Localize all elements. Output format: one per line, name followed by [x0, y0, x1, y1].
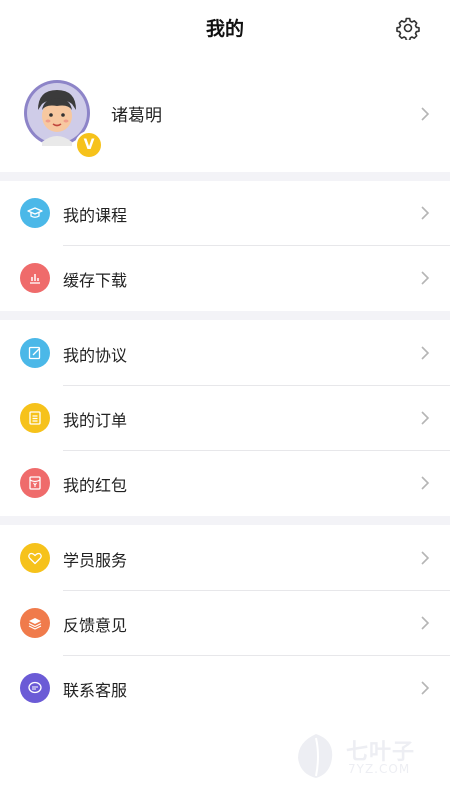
order-list-icon: [20, 403, 50, 433]
chat-bubble-icon: [20, 673, 50, 703]
top-header: 我的: [0, 0, 450, 56]
vip-badge: V: [75, 131, 103, 159]
menu-item-student-service[interactable]: 学员服务: [0, 526, 450, 591]
menu-item-downloads[interactable]: 缓存下载: [0, 246, 450, 311]
bar-chart-icon: [20, 263, 50, 293]
stack-icon: [20, 608, 50, 638]
chevron-right-icon: [421, 551, 430, 565]
menu-item-red-envelopes[interactable]: 我的红包: [0, 451, 450, 516]
watermark-domain: 7YZ.COM: [348, 762, 411, 776]
menu-item-label: 我的红包: [63, 476, 128, 495]
chevron-right-icon: [421, 476, 430, 490]
graduation-cap-icon: [20, 198, 50, 228]
menu-group-2: 我的协议 我的订单 我的红包: [0, 321, 450, 516]
menu-item-label: 联系客服: [63, 681, 128, 700]
edit-document-icon: [20, 338, 50, 368]
menu-item-label: 学员服务: [63, 551, 128, 570]
profile-row[interactable]: V 诸葛明: [0, 56, 450, 172]
menu-item-label: 反馈意见: [63, 616, 128, 635]
menu-group-1: 我的课程 缓存下载: [0, 181, 450, 311]
menu-item-label: 我的订单: [63, 411, 128, 430]
section-divider: [0, 311, 450, 320]
menu-item-customer-service[interactable]: 联系客服: [0, 656, 450, 721]
menu-item-feedback[interactable]: 反馈意见: [0, 591, 450, 656]
watermark: 七叶子 7YZ.COM: [288, 728, 438, 788]
menu-item-orders[interactable]: 我的订单: [0, 386, 450, 451]
menu-item-label: 我的课程: [63, 206, 128, 225]
chevron-right-icon: [421, 206, 430, 220]
red-envelope-icon: [20, 468, 50, 498]
leaf-logo-icon: [298, 734, 333, 778]
section-divider: [0, 172, 450, 181]
chevron-right-icon: [421, 346, 430, 360]
heart-icon: [20, 543, 50, 573]
menu-item-label: 我的协议: [63, 346, 128, 365]
page-title: 我的: [205, 18, 244, 40]
chevron-right-icon: [421, 271, 430, 285]
username: 诸葛明: [111, 106, 162, 126]
menu-item-label: 缓存下载: [63, 271, 128, 290]
gear-icon[interactable]: [396, 16, 420, 40]
menu-item-agreements[interactable]: 我的协议: [0, 321, 450, 386]
section-divider: [0, 516, 450, 525]
chevron-right-icon: [421, 616, 430, 630]
chevron-right-icon: [421, 411, 430, 425]
chevron-right-icon: [421, 681, 430, 695]
menu-item-courses[interactable]: 我的课程: [0, 181, 450, 246]
menu-group-3: 学员服务 反馈意见 联系客服: [0, 526, 450, 721]
chevron-right-icon: [421, 107, 430, 121]
